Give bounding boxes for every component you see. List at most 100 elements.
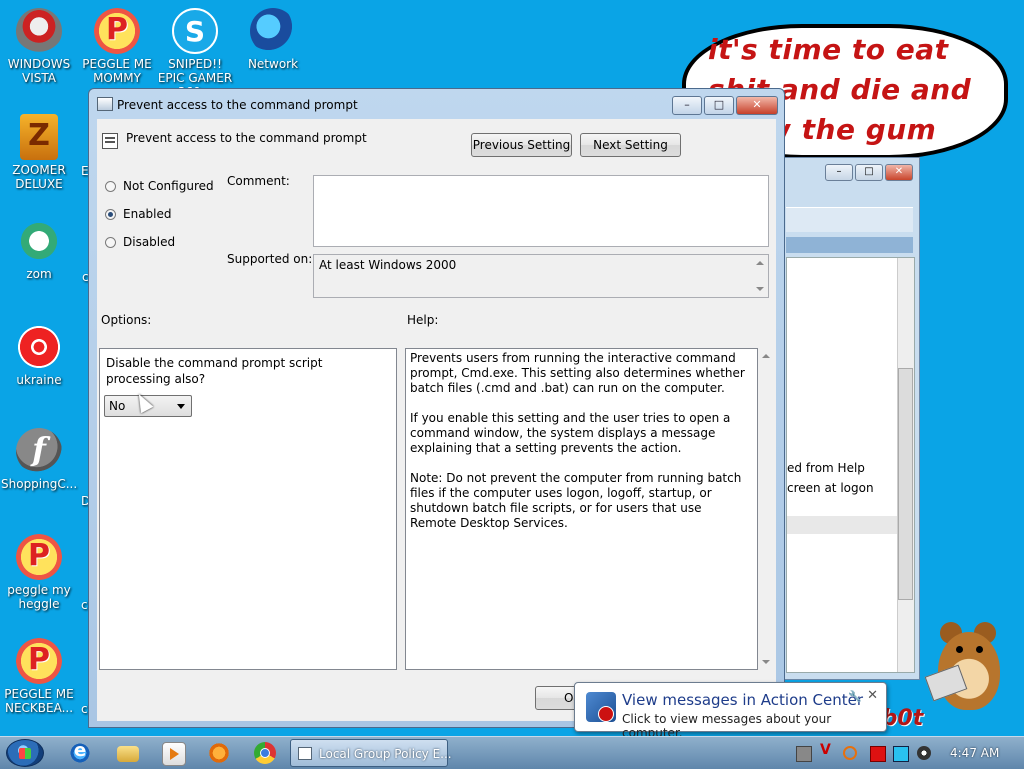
taskbar-group-policy-editor[interactable]: Local Group Policy E... <box>290 739 452 767</box>
chevron-down-icon <box>177 404 185 409</box>
radio-label: Disabled <box>123 235 176 249</box>
desktop-icon-skype[interactable]: SNIPED!! EPIC GAMER 360... <box>157 8 233 99</box>
close-icon[interactable]: ✕ <box>867 688 878 703</box>
desktop-icon-peggle-me-neckbeard[interactable]: PEGGLE ME NECKBEA... <box>1 638 77 715</box>
setting-icon <box>102 133 118 149</box>
desktop-icon-label: Network <box>247 57 299 71</box>
desktop-icon-network[interactable]: Network <box>235 8 311 71</box>
network-icon <box>250 8 296 54</box>
radio-button[interactable] <box>105 180 116 192</box>
wrench-icon[interactable]: 🔧 <box>848 690 862 703</box>
tray-search-icon[interactable] <box>843 746 857 760</box>
dialog-title: Prevent access to the command prompt <box>117 98 358 112</box>
vertical-scrollbar[interactable] <box>897 258 914 672</box>
desktop-icon-peggle-me-mommy[interactable]: PEGGLE ME MOMMY <box>79 8 155 85</box>
desktop-icon-label: PEGGLE ME NECKBEA... <box>4 687 74 715</box>
peggle-icon <box>16 534 62 580</box>
scroll-up-icon[interactable] <box>756 261 764 265</box>
action-center-notification[interactable]: View messages in Action Center Click to … <box>574 682 887 740</box>
desktop-icon-label: ShoppingC... <box>1 477 78 491</box>
hamster-eye <box>956 646 963 653</box>
content-text: creen at logon <box>787 481 874 495</box>
help-scrollbar[interactable] <box>759 348 774 670</box>
skype-icon <box>172 8 218 54</box>
option-question: Disable the command prompt script proces… <box>106 356 323 386</box>
background-window-toolbar <box>786 207 913 232</box>
radiation-icon <box>16 324 62 370</box>
partial-desktop-label: c <box>81 598 88 612</box>
hamster-eye <box>976 646 983 653</box>
next-setting-button[interactable]: Next Setting <box>580 133 681 157</box>
help-panel: Prevents users from running the interact… <box>405 348 758 670</box>
desktop-icon-label: zom <box>26 267 52 281</box>
content-text: ed from Help <box>787 461 865 475</box>
help-text: Prevents users from running the interact… <box>410 351 745 530</box>
scroll-up-icon[interactable] <box>762 354 770 358</box>
scrollbar-thumb[interactable] <box>898 368 913 600</box>
media-player-icon[interactable] <box>162 742 186 766</box>
dropdown-value: No <box>109 399 126 413</box>
comment-field[interactable] <box>313 175 769 247</box>
peggle-icon <box>94 8 140 54</box>
desktop-icon-label: peggle my heggle <box>7 583 71 611</box>
hamster-image <box>924 612 1008 714</box>
policy-editor-icon <box>298 747 312 760</box>
desktop-icon-zom[interactable]: zom <box>1 218 77 281</box>
supported-on-label: Supported on: <box>227 252 313 266</box>
comment-label: Comment: <box>227 174 290 188</box>
tray-volume-icon[interactable] <box>917 746 931 760</box>
close-button[interactable]: ✕ <box>736 96 778 115</box>
background-window[interactable]: – □ ✕ ed from Help creen at logon <box>780 157 920 680</box>
radio-enabled[interactable]: Enabled <box>105 207 172 221</box>
close-icon: ✕ <box>752 98 762 111</box>
desktop-icon-windows-vista[interactable]: WINDOWS VISTA <box>1 8 77 85</box>
desktop-icon-shopping[interactable]: ShoppingC... <box>1 428 77 491</box>
notification-title[interactable]: View messages in Action Center <box>622 691 863 709</box>
desktop-icon-label: ukraine <box>16 373 62 387</box>
tray-app-icon[interactable] <box>796 746 812 762</box>
tray-antivirus-icon[interactable]: V <box>820 742 834 758</box>
previous-setting-button[interactable]: Previous Setting <box>471 133 572 157</box>
taskbar-clock[interactable]: 4:47 AM <box>950 746 999 760</box>
maximize-icon: □ <box>713 98 725 111</box>
tray-action-center-icon[interactable] <box>870 746 886 762</box>
folder-icon[interactable] <box>117 746 139 762</box>
background-window-content: ed from Help creen at logon <box>786 257 915 673</box>
options-label: Options: <box>101 313 152 327</box>
policy-setting-dialog[interactable]: Prevent access to the command prompt – □… <box>88 88 785 728</box>
desktop-icon-peggle-my-heggle[interactable]: peggle my heggle <box>1 534 77 611</box>
maximize-button[interactable]: □ <box>704 96 734 115</box>
scroll-down-icon[interactable] <box>756 287 764 291</box>
radio-button[interactable] <box>105 208 116 220</box>
radio-not-configured[interactable]: Not Configured <box>105 179 214 193</box>
internet-explorer-icon[interactable] <box>69 740 91 764</box>
radio-disabled[interactable]: Disabled <box>105 235 175 249</box>
selected-row <box>787 516 897 534</box>
radio-button[interactable] <box>105 236 116 248</box>
close-icon[interactable]: ✕ <box>885 164 913 181</box>
partial-desktop-label: c <box>81 702 88 716</box>
background-window-header-bar <box>786 237 913 253</box>
scroll-down-icon[interactable] <box>762 660 770 664</box>
maximize-icon[interactable]: □ <box>855 164 883 181</box>
minimize-icon[interactable]: – <box>825 164 853 181</box>
minimize-icon: – <box>684 98 690 111</box>
paint-icon[interactable] <box>208 742 230 764</box>
taskbar: Local Group Policy E... V 4:47 AM <box>0 736 1024 769</box>
desktop-icon-label: WINDOWS VISTA <box>7 57 71 85</box>
background-window-caption-buttons: – □ ✕ <box>825 164 913 181</box>
dialog-client-area: Prevent access to the command prompt Pre… <box>97 119 776 721</box>
start-button[interactable] <box>6 739 44 767</box>
desktop-icon-ukraine[interactable]: ukraine <box>1 324 77 387</box>
supported-scrollbar[interactable] <box>753 255 768 297</box>
policy-icon <box>97 97 113 111</box>
desktop-icon-label: ZOOMER DELUXE <box>12 163 66 191</box>
help-label: Help: <box>407 313 439 327</box>
chrome-icon[interactable] <box>254 742 276 764</box>
desktop-icon-zoomer-deluxe[interactable]: ZOOMER DELUXE <box>1 114 77 191</box>
flash-icon <box>16 428 62 474</box>
desktop-icon-label: PEGGLE ME MOMMY <box>82 57 152 85</box>
tray-network-icon[interactable] <box>893 746 909 762</box>
minimize-button[interactable]: – <box>672 96 702 115</box>
action-center-flag-icon <box>586 692 616 722</box>
